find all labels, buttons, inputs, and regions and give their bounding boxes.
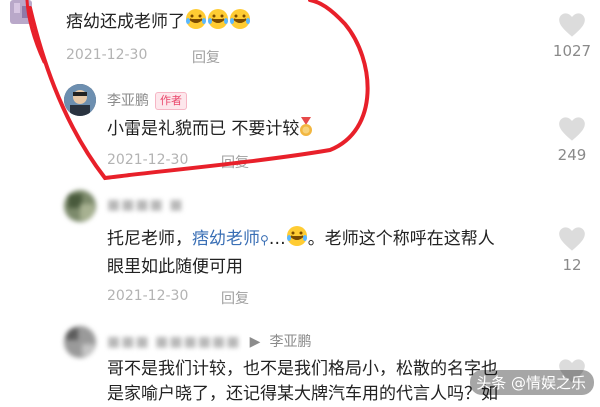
reply-to-username[interactable]: 李亚鹏 (269, 334, 311, 350)
comment-2-username[interactable]: ■■■■ ■ (107, 197, 184, 213)
comment-1-reply-button[interactable]: 回复 (192, 47, 220, 67)
reply-1-reply-button[interactable]: 回复 (221, 152, 249, 172)
heart-icon[interactable] (558, 12, 586, 38)
heart-icon[interactable] (558, 116, 586, 142)
reply-1-text: 小雷是礼貌而已 不要计较 (107, 117, 313, 145)
heart-icon[interactable] (558, 226, 586, 252)
reply-1-like[interactable]: 249 (552, 116, 592, 164)
comment-3-avatar[interactable] (64, 326, 96, 358)
reply-1-date: 2021-12-30 (107, 152, 189, 168)
comment-2-reply-button[interactable]: 回复 (221, 288, 249, 308)
medal-emoji-icon (299, 117, 313, 145)
laugh-cry-emoji-icon (185, 8, 251, 38)
comment-1-like-count: 1027 (552, 42, 592, 60)
top-avatar-fragment (0, 0, 44, 32)
comment-1-like[interactable]: 1027 (552, 12, 592, 60)
author-name-row: 李亚鹏 作者 (107, 90, 187, 110)
author-username[interactable]: 李亚鹏 (107, 93, 149, 109)
watermark: 头条 @情娱之乐 (470, 370, 594, 395)
comment-2-like-count: 12 (562, 256, 582, 274)
comment-3-header: ■■■ ■■■■■■ ▶ 李亚鹏 (107, 331, 311, 351)
comment-3-text: 哥不是我们计较，也不是我们格局小，松散的名字也 是家喻户晓了，还记得某大牌汽车用… (107, 359, 498, 404)
comment-2-avatar[interactable] (64, 190, 96, 222)
author-avatar[interactable] (64, 84, 96, 116)
mention-link[interactable]: 痞幼老师 (192, 229, 260, 249)
comment-1-date: 2021-12-30 (66, 47, 148, 63)
comment-2-text: 托尼老师，痞幼老师⚲… 。老师这个称呼在这帮人 眼里如此随便可用 (107, 225, 495, 280)
reply-1-like-count: 249 (557, 146, 587, 164)
comment-2-date: 2021-12-30 (107, 288, 189, 304)
author-badge: 作者 (155, 92, 187, 110)
comment-2-like[interactable]: 12 (552, 226, 592, 274)
search-icon: ⚲ (260, 233, 269, 247)
comment-3-username[interactable]: ■■■ ■■■■■■ (107, 334, 241, 350)
reply-arrow-icon: ▶ (249, 334, 261, 350)
laugh-cry-emoji-icon (286, 225, 308, 255)
comment-1-text: 痞幼还成老师了 (66, 8, 251, 38)
